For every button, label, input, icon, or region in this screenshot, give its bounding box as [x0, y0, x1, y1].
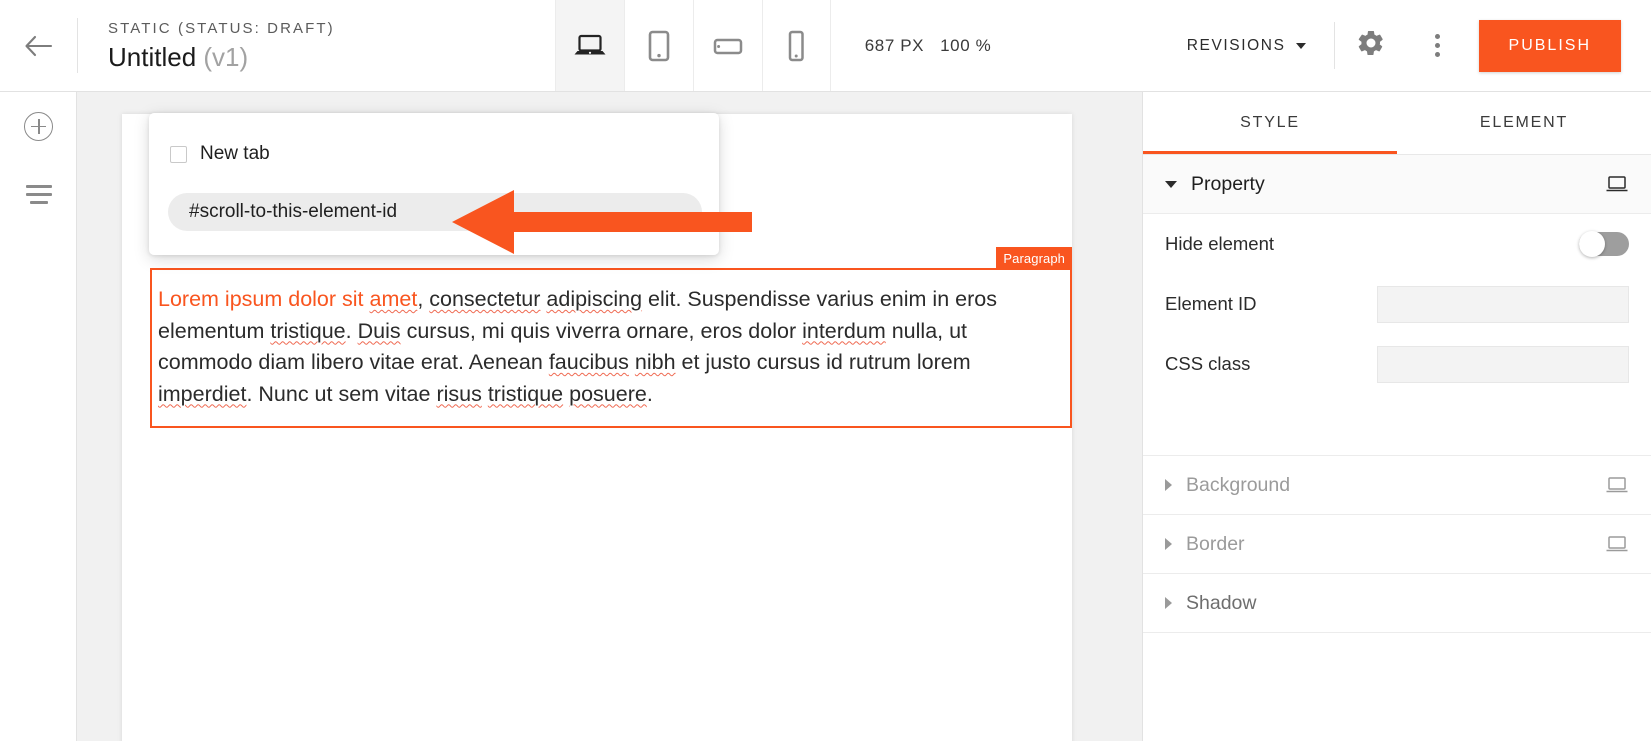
paragraph-text[interactable]: Lorem ipsum dolor sit amet, consectetur … — [158, 284, 1064, 410]
revisions-label: REVISIONS — [1186, 36, 1286, 54]
property-section-gap — [1143, 394, 1651, 456]
element-id-label: Element ID — [1165, 293, 1257, 314]
css-class-label: CSS class — [1165, 353, 1251, 374]
paragraph-link[interactable]: Lorem ipsum dolor sit amet — [158, 287, 417, 311]
page-version: (v1) — [203, 41, 249, 72]
new-tab-row[interactable]: New tab — [149, 113, 719, 165]
publish-button[interactable]: PUBLISH — [1478, 19, 1621, 72]
section-header-background[interactable]: Background — [1143, 456, 1651, 515]
element-id-input[interactable] — [1377, 285, 1629, 323]
arrow-left-icon — [24, 35, 54, 57]
device-button-tablet-landscape[interactable] — [692, 0, 762, 91]
viewport-size-info: 687 PX 100 % — [831, 0, 1026, 91]
section-title-border: Border — [1186, 532, 1245, 555]
more-options-button[interactable] — [1407, 0, 1469, 91]
section-title-shadow: Shadow — [1186, 591, 1257, 614]
status-badge: Paragraph — [996, 247, 1072, 269]
laptop-icon[interactable] — [1605, 535, 1629, 553]
chevron-right-icon — [1165, 538, 1172, 550]
laptop-icon[interactable] — [1605, 175, 1629, 193]
gear-icon — [1356, 28, 1386, 63]
settings-button[interactable] — [1335, 0, 1407, 91]
selected-paragraph-block[interactable]: Paragraph Lorem ipsum dolor sit amet, co… — [150, 247, 1072, 428]
device-button-tablet-portrait[interactable] — [623, 0, 693, 91]
plus-circle-icon — [24, 111, 53, 141]
device-button-desktop[interactable] — [554, 0, 624, 91]
tab-element[interactable]: ELEMENT — [1397, 92, 1651, 154]
link-settings-popup: New tab — [149, 113, 719, 255]
revisions-dropdown[interactable]: REVISIONS — [1159, 22, 1335, 69]
right-properties-panel: STYLE ELEMENT Property Hide element Elem… — [1142, 92, 1651, 741]
property-section-body: Hide element Element ID CSS class — [1143, 214, 1651, 394]
css-class-row: CSS class — [1165, 334, 1629, 394]
tablet-portrait-icon — [646, 30, 672, 62]
laptop-icon[interactable] — [1605, 476, 1629, 494]
zoom-level-value: 100 % — [940, 35, 992, 55]
section-header-border[interactable]: Border — [1143, 515, 1651, 574]
page-title-text: Untitled — [108, 41, 197, 72]
element-id-row: Element ID — [1165, 274, 1629, 334]
lines-icon — [25, 184, 52, 204]
hide-element-label: Hide element — [1165, 233, 1275, 254]
new-tab-label: New tab — [200, 143, 270, 164]
app-root: STATIC (STATUS: DRAFT) Untitled (v1) 687… — [0, 0, 1651, 741]
chevron-down-icon — [1295, 42, 1306, 49]
chevron-right-icon — [1165, 479, 1172, 491]
device-preview-group — [554, 0, 831, 91]
laptop-icon — [573, 33, 607, 59]
page-title: Untitled (v1) — [108, 41, 335, 72]
anchor-id-input[interactable] — [168, 193, 702, 231]
chevron-right-icon — [1165, 597, 1172, 609]
new-tab-checkbox[interactable] — [170, 145, 187, 163]
add-element-button[interactable] — [0, 92, 77, 160]
hide-element-toggle[interactable] — [1579, 231, 1629, 257]
section-title-property: Property — [1191, 172, 1265, 195]
panel-tabs: STYLE ELEMENT — [1143, 92, 1651, 154]
section-header-shadow[interactable]: Shadow — [1143, 574, 1651, 633]
css-class-input[interactable] — [1377, 345, 1629, 383]
hide-element-row: Hide element — [1165, 214, 1629, 274]
device-button-mobile[interactable] — [761, 0, 831, 91]
tab-style[interactable]: STYLE — [1143, 92, 1397, 154]
mobile-icon — [785, 30, 807, 62]
left-toolbar — [0, 92, 77, 741]
chevron-down-icon — [1165, 180, 1177, 188]
section-title-background: Background — [1186, 473, 1291, 496]
tablet-landscape-icon — [712, 34, 744, 58]
back-button[interactable] — [0, 0, 77, 91]
viewport-width-value: 687 PX — [864, 35, 925, 55]
more-vertical-icon — [1435, 34, 1441, 57]
document-title-group: STATIC (STATUS: DRAFT) Untitled (v1) — [78, 0, 335, 91]
section-header-property[interactable]: Property — [1143, 155, 1651, 214]
top-toolbar: STATIC (STATUS: DRAFT) Untitled (v1) 687… — [0, 0, 1651, 92]
layers-button[interactable] — [0, 160, 77, 228]
status-kicker: STATIC (STATUS: DRAFT) — [108, 19, 335, 37]
